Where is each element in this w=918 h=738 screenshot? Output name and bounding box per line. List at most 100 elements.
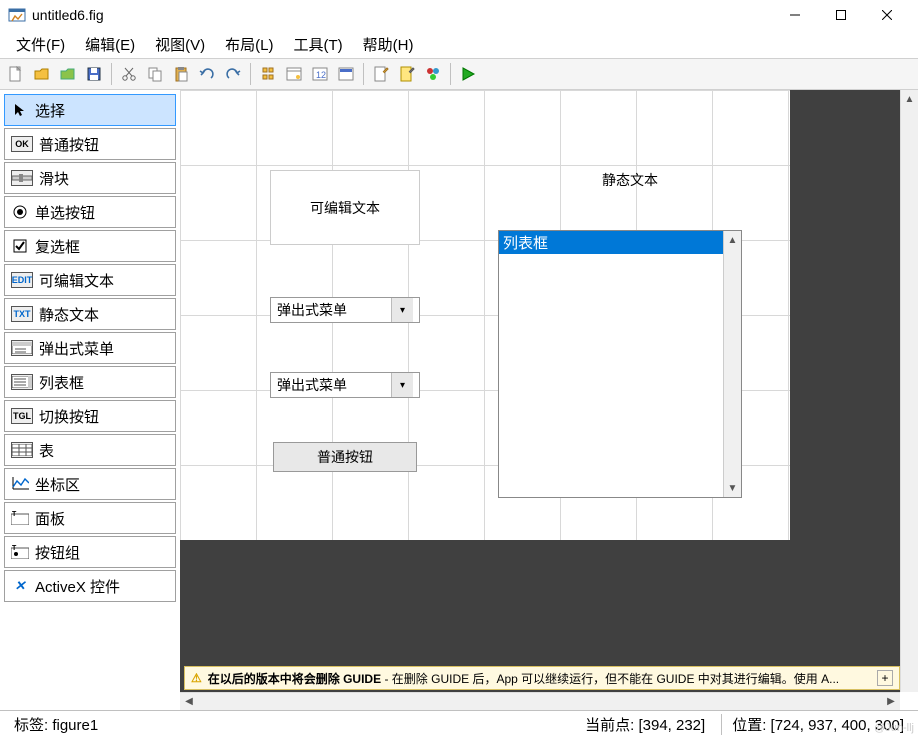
title-bar: untitled6.fig xyxy=(0,0,918,30)
warning-text: 在以后的版本中将会删除 GUIDE - 在删除 GUIDE 后，App 可以继续… xyxy=(208,670,839,687)
edit-text-label: 可编辑文本 xyxy=(310,198,380,218)
warning-rest: - 在删除 GUIDE 后，App 可以继续运行，但不能在 GUIDE 中对其进… xyxy=(381,672,839,686)
scroll-down-icon[interactable]: ▼ xyxy=(724,479,741,497)
toolbar-editor-icon[interactable] xyxy=(334,62,358,86)
close-button[interactable] xyxy=(864,0,910,30)
palette-panel[interactable]: T面板 xyxy=(4,502,176,534)
palette-label: 可编辑文本 xyxy=(39,270,114,291)
canvas-area: 可编辑文本 静态文本 弹出式菜单▾ 弹出式菜单▾ 普通按钮 列表框 ▲▼ ▲ ◀… xyxy=(180,90,918,710)
maximize-button[interactable] xyxy=(818,0,864,30)
palette-buttongroup[interactable]: T按钮组 xyxy=(4,536,176,568)
menu-bar: 文件(F) 编辑(E) 视图(V) 布局(L) 工具(T) 帮助(H) xyxy=(0,30,918,58)
palette-label: 单选按钮 xyxy=(35,202,95,223)
table-icon xyxy=(11,442,33,458)
menu-help[interactable]: 帮助(H) xyxy=(355,32,422,57)
canvas-listbox[interactable]: 列表框 ▲▼ xyxy=(498,230,742,498)
checkbox-icon xyxy=(11,238,29,254)
radio-icon xyxy=(11,204,29,220)
palette-listbox[interactable]: 列表框 xyxy=(4,366,176,398)
new-icon[interactable] xyxy=(4,62,28,86)
activex-icon: ✕ xyxy=(11,578,29,594)
palette-activex[interactable]: ✕ ActiveX 控件 xyxy=(4,570,176,602)
palette-label: 列表框 xyxy=(39,372,84,393)
redo-icon[interactable] xyxy=(221,62,245,86)
current-value: [394, 232] xyxy=(638,717,705,734)
copy-icon[interactable] xyxy=(143,62,167,86)
property-inspector-icon[interactable] xyxy=(395,62,419,86)
palette-toggle[interactable]: TGL 切换按钮 xyxy=(4,400,176,432)
open-icon[interactable] xyxy=(30,62,54,86)
listbox-scrollbar[interactable]: ▲▼ xyxy=(723,231,741,497)
palette-label: 表 xyxy=(39,440,54,461)
popup-label: 弹出式菜单 xyxy=(277,300,347,320)
palette-label: 复选框 xyxy=(35,236,80,257)
palette-table[interactable]: 表 xyxy=(4,434,176,466)
menu-file[interactable]: 文件(F) xyxy=(8,32,73,57)
watermark: @Jun-llj xyxy=(874,722,914,734)
tag-value: figure1 xyxy=(52,717,98,734)
palette-radio[interactable]: 单选按钮 xyxy=(4,196,176,228)
cut-icon[interactable] xyxy=(117,62,141,86)
undo-icon[interactable] xyxy=(195,62,219,86)
palette-label: ActiveX 控件 xyxy=(35,576,120,597)
palette-edit[interactable]: EDIT可编辑文本 xyxy=(4,264,176,296)
status-current-point: 当前点: [394, 232] xyxy=(577,714,713,735)
canvas-scroll: 可编辑文本 静态文本 弹出式菜单▾ 弹出式菜单▾ 普通按钮 列表框 ▲▼ ▲ ◀… xyxy=(180,90,918,710)
chevron-down-icon[interactable]: ▾ xyxy=(391,373,413,397)
scroll-up-icon[interactable]: ▲ xyxy=(901,90,918,108)
scroll-up-icon[interactable]: ▲ xyxy=(724,231,741,249)
window-title: untitled6.fig xyxy=(32,7,772,23)
minimize-button[interactable] xyxy=(772,0,818,30)
buttongroup-icon: T xyxy=(11,544,29,560)
palette-popup[interactable]: 弹出式菜单 xyxy=(4,332,176,364)
svg-text:12: 12 xyxy=(316,70,326,80)
canvas-static-text[interactable]: 静态文本 xyxy=(510,166,750,194)
palette-label: 切换按钮 xyxy=(39,406,99,427)
palette-label: 选择 xyxy=(35,100,65,121)
open-folder-icon[interactable] xyxy=(56,62,80,86)
horizontal-scrollbar[interactable]: ◀▶ xyxy=(180,692,900,710)
align-icon[interactable] xyxy=(256,62,280,86)
scroll-left-icon[interactable]: ◀ xyxy=(180,693,198,710)
vertical-scrollbar[interactable]: ▲ xyxy=(900,90,918,692)
scroll-right-icon[interactable]: ▶ xyxy=(882,693,900,710)
status-tag: 标签: figure1 xyxy=(6,714,106,735)
palette-select[interactable]: 选择 xyxy=(4,94,176,126)
listbox-item-selected[interactable]: 列表框 xyxy=(499,231,741,254)
panel-icon: T xyxy=(11,510,29,526)
palette-slider[interactable]: 滑块 xyxy=(4,162,176,194)
menu-editor-icon[interactable] xyxy=(282,62,306,86)
warning-icon: ⚠ xyxy=(191,671,202,685)
txt-icon: TXT xyxy=(11,306,33,322)
tab-order-icon[interactable]: 12 xyxy=(308,62,332,86)
design-grid[interactable]: 可编辑文本 静态文本 弹出式菜单▾ 弹出式菜单▾ 普通按钮 列表框 ▲▼ xyxy=(180,90,790,540)
chevron-down-icon[interactable]: ▾ xyxy=(391,298,413,322)
menu-edit[interactable]: 编辑(E) xyxy=(77,32,143,57)
svg-text:T: T xyxy=(12,545,17,552)
canvas-edit-text[interactable]: 可编辑文本 xyxy=(270,170,420,245)
palette-static[interactable]: TXT静态文本 xyxy=(4,298,176,330)
paste-icon[interactable] xyxy=(169,62,193,86)
palette-checkbox[interactable]: 复选框 xyxy=(4,230,176,262)
menu-layout[interactable]: 布局(L) xyxy=(217,32,281,57)
editor-icon[interactable] xyxy=(369,62,393,86)
object-browser-icon[interactable] xyxy=(421,62,445,86)
canvas-popup-2[interactable]: 弹出式菜单▾ xyxy=(270,372,420,398)
cursor-icon xyxy=(11,102,29,118)
palette-axes[interactable]: 坐标区 xyxy=(4,468,176,500)
menu-tools[interactable]: 工具(T) xyxy=(286,32,351,57)
menu-view[interactable]: 视图(V) xyxy=(147,32,213,57)
ok-icon: OK xyxy=(11,136,33,152)
tag-label: 标签: xyxy=(14,717,52,734)
current-label: 当前点: xyxy=(585,717,638,734)
component-palette: 选择 OK普通按钮 滑块 单选按钮 复选框 EDIT可编辑文本 TXT静态文本 … xyxy=(0,90,180,710)
save-icon[interactable] xyxy=(82,62,106,86)
deprecation-warning: ⚠ 在以后的版本中将会删除 GUIDE - 在删除 GUIDE 后，App 可以… xyxy=(184,666,900,690)
palette-pushbutton[interactable]: OK普通按钮 xyxy=(4,128,176,160)
expand-warning-button[interactable]: + xyxy=(877,670,893,686)
canvas-popup-1[interactable]: 弹出式菜单 ▾ xyxy=(270,297,420,323)
slider-icon xyxy=(11,170,33,186)
run-icon[interactable] xyxy=(456,62,480,86)
canvas-pushbutton[interactable]: 普通按钮 xyxy=(273,442,417,472)
tgl-icon: TGL xyxy=(11,408,33,424)
